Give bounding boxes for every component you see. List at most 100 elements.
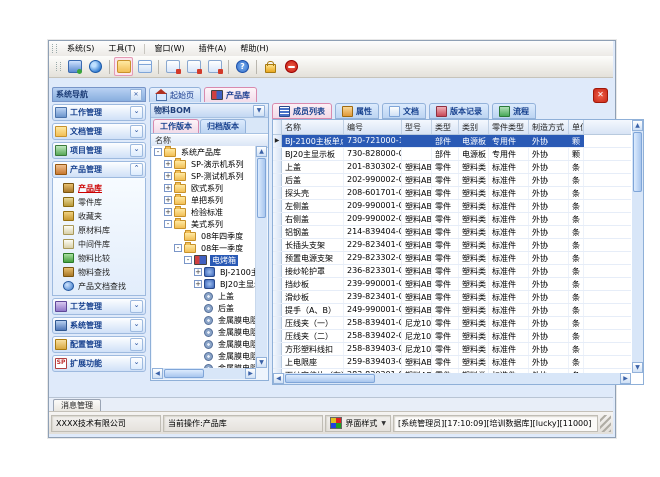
scroll-down-button[interactable]: ▼ — [256, 357, 267, 368]
close-document-button[interactable]: ✕ — [593, 88, 608, 103]
collapse-icon[interactable]: - — [154, 148, 162, 156]
table-row[interactable]: 上电限座259-839403-00X塑料ABS零件塑料类标准件外协条 — [273, 356, 631, 369]
scroll-thumb[interactable] — [257, 158, 266, 218]
table-row[interactable]: ▶BJ-2100主板单点730-721000-12X部件电源板专用件外协颗 — [273, 135, 631, 148]
sidebar-group-项目管理[interactable]: 项目管理⌄ — [52, 142, 146, 159]
version-tab-归档版本[interactable]: 归档版本 — [200, 119, 246, 133]
tree-node-单把系列[interactable]: +单把系列 — [152, 194, 255, 206]
tree-node-金属膜电阻器[interactable]: 金属膜电阻器 — [152, 314, 255, 326]
tree-node-后盖[interactable]: 后盖 — [152, 302, 255, 314]
tree-node-金属膜电阻器[interactable]: 金属膜电阻器 — [152, 338, 255, 350]
window-badge-icon-2-button[interactable] — [184, 57, 203, 76]
expand-icon[interactable]: + — [164, 160, 172, 168]
sidebar-group-工作管理[interactable]: 工作管理⌄ — [52, 104, 146, 121]
sidebar-group-扩展功能[interactable]: SP扩展功能⌄ — [52, 355, 146, 372]
tab-属性[interactable]: 属性 — [335, 103, 379, 119]
scroll-thumb[interactable] — [285, 374, 375, 383]
collapse-icon[interactable]: - — [174, 244, 182, 252]
chevron-down-icon[interactable]: ⌄ — [130, 106, 143, 119]
expand-icon[interactable]: + — [164, 184, 172, 192]
table-row[interactable]: 压线夹（二）258-839402-00X尼龙1010零件塑料类标准件外协条 — [273, 330, 631, 343]
scroll-up-button[interactable]: ▲ — [632, 120, 643, 131]
sidebar-item-原材料库[interactable]: 原材料库 — [53, 223, 145, 237]
sidebar-item-中间件库[interactable]: 中间件库 — [53, 237, 145, 251]
chevron-down-icon[interactable]: ⌄ — [130, 338, 143, 351]
menu-plugin[interactable]: 插件(A) — [192, 42, 234, 55]
grid-vertical-scrollbar[interactable]: ▲▼ — [632, 120, 643, 373]
window-badge-icon-3-button[interactable] — [205, 57, 224, 76]
toolbar-grip-2[interactable] — [56, 62, 61, 71]
version-tab-工作版本[interactable]: 工作版本 — [153, 119, 199, 133]
sidebar-item-产品库[interactable]: 产品库 — [53, 181, 145, 195]
window-layout-icon-button[interactable] — [135, 57, 154, 76]
tree-node-金属膜电阻器[interactable]: 金属膜电阻器 — [152, 326, 255, 338]
menu-help[interactable]: 帮助(H) — [233, 42, 275, 55]
tree-node-08年四季度[interactable]: 08年四季度 — [152, 230, 255, 242]
column-header-型号[interactable]: 型号 — [402, 120, 432, 134]
scroll-left-button[interactable]: ◀ — [152, 368, 163, 379]
column-header-类型[interactable]: 类型 — [432, 120, 459, 134]
collapse-icon[interactable]: - — [164, 220, 172, 228]
expand-icon[interactable]: + — [164, 172, 172, 180]
table-row[interactable]: 后盖202-990002-01X塑料ABS零件塑料类标准件外协条 — [273, 174, 631, 187]
window-badge-icon-1-button[interactable] — [163, 57, 182, 76]
tree-horizontal-scrollbar[interactable]: ◀▶ — [152, 368, 256, 379]
table-row[interactable]: 接纱轮护罩236-823301-00X塑料ABS零件塑料类标准件外协条 — [273, 265, 631, 278]
ui-style-selector[interactable]: 界面样式 ▼ — [325, 415, 391, 432]
scroll-up-button[interactable]: ▲ — [256, 146, 267, 157]
scroll-right-button[interactable]: ▶ — [245, 368, 256, 379]
sidebar-item-物料比较[interactable]: 物料比较 — [53, 251, 145, 265]
menu-tools[interactable]: 工具(T) — [101, 42, 142, 55]
column-header-制造方式[interactable]: 制造方式 — [529, 120, 569, 134]
menu-window[interactable]: 窗口(W) — [147, 42, 191, 55]
table-row[interactable]: 长插头支架229-823401-00X塑料ABS零件塑料类标准件外协条 — [273, 239, 631, 252]
column-header-名称[interactable]: 名称 — [282, 120, 344, 134]
expand-icon[interactable]: + — [164, 208, 172, 216]
doc-tab-起始页[interactable]: 起始页 — [149, 87, 201, 102]
expand-icon[interactable]: + — [164, 196, 172, 204]
column-header-编号[interactable]: 编号 — [344, 120, 402, 134]
chevron-down-icon[interactable]: ⌄ — [130, 125, 143, 138]
table-row[interactable]: 滑纱板239-823401-00X塑料ABS零件塑料类标准件外协条 — [273, 291, 631, 304]
sidebar-group-产品管理[interactable]: 产品管理⌃ — [52, 161, 146, 178]
table-row[interactable]: BJ20主显示板730-828000-04X部件电源板专用件外协颗 — [273, 148, 631, 161]
window-resize-grip[interactable] — [600, 415, 611, 432]
tree-node-美式系列[interactable]: -美式系列 — [152, 218, 255, 230]
doc-tab-产品库[interactable]: 产品库 — [204, 87, 257, 102]
folder-open-icon-button[interactable] — [114, 57, 133, 76]
globe-icon-button[interactable] — [86, 57, 105, 76]
tree-node-欧式系列[interactable]: +欧式系列 — [152, 182, 255, 194]
sidebar-item-物料查找[interactable]: 物料查找 — [53, 265, 145, 279]
chevron-up-icon[interactable]: ⌃ — [130, 163, 143, 176]
scroll-thumb[interactable] — [164, 369, 204, 378]
exit-icon-button[interactable] — [282, 57, 301, 76]
chevron-down-icon[interactable]: ⌄ — [130, 319, 143, 332]
tab-版本记录[interactable]: 版本记录 — [429, 103, 489, 119]
tree-node-BJ-2100主板单点[interactable]: +BJ-2100主板单点 — [152, 266, 255, 278]
sidebar-item-产品文档查找[interactable]: 产品文档查找 — [53, 279, 145, 293]
tree-node-BJ20主显示板[interactable]: +BJ20主显示板 — [152, 278, 255, 290]
expand-icon[interactable]: + — [194, 268, 202, 276]
scroll-left-button[interactable]: ◀ — [273, 373, 284, 384]
sidebar-group-工艺管理[interactable]: 工艺管理⌄ — [52, 298, 146, 315]
table-row[interactable]: 上盖201-830302-00X塑料ABS零件塑料类标准件外协条 — [273, 161, 631, 174]
table-row[interactable]: 压线夹（一）258-839401-00X尼龙1010零件塑料类标准件外协条 — [273, 317, 631, 330]
tree-node-检验标准[interactable]: +检验标准 — [152, 206, 255, 218]
tab-成员列表[interactable]: 成员列表 — [272, 103, 332, 119]
toolbar-grip[interactable] — [52, 44, 57, 53]
bom-panel-button[interactable]: ▼ — [253, 105, 265, 117]
tree-node-上盖[interactable]: 上盖 — [152, 290, 255, 302]
sidebar-group-系统管理[interactable]: 系统管理⌄ — [52, 317, 146, 334]
menu-system[interactable]: 系统(S) — [60, 42, 101, 55]
scroll-right-button[interactable]: ▶ — [620, 373, 631, 384]
table-row[interactable]: 预置电源支架229-823302-00X塑料ABS零件塑料类标准件外协条 — [273, 252, 631, 265]
sidebar-header-button[interactable]: ✕ — [130, 89, 142, 101]
tree-node-系统产品库[interactable]: -系统产品库 — [152, 146, 255, 158]
tree-node-金属膜电阻器[interactable]: 金属膜电阻器 — [152, 350, 255, 362]
tree-node-08年一季度[interactable]: -08年一季度 — [152, 242, 255, 254]
grid-horizontal-scrollbar[interactable]: ◀▶ — [273, 373, 631, 384]
table-row[interactable]: 提手（A、B）249-990001-01X塑料ABS零件塑料类标准件外协条 — [273, 304, 631, 317]
table-row[interactable]: 探头壳208-601701-01X塑料ABS零件塑料类标准件外协条 — [273, 187, 631, 200]
tree-node-SP-演示机系列[interactable]: +SP-演示机系列 — [152, 158, 255, 170]
tab-文档[interactable]: 文档 — [382, 103, 426, 119]
